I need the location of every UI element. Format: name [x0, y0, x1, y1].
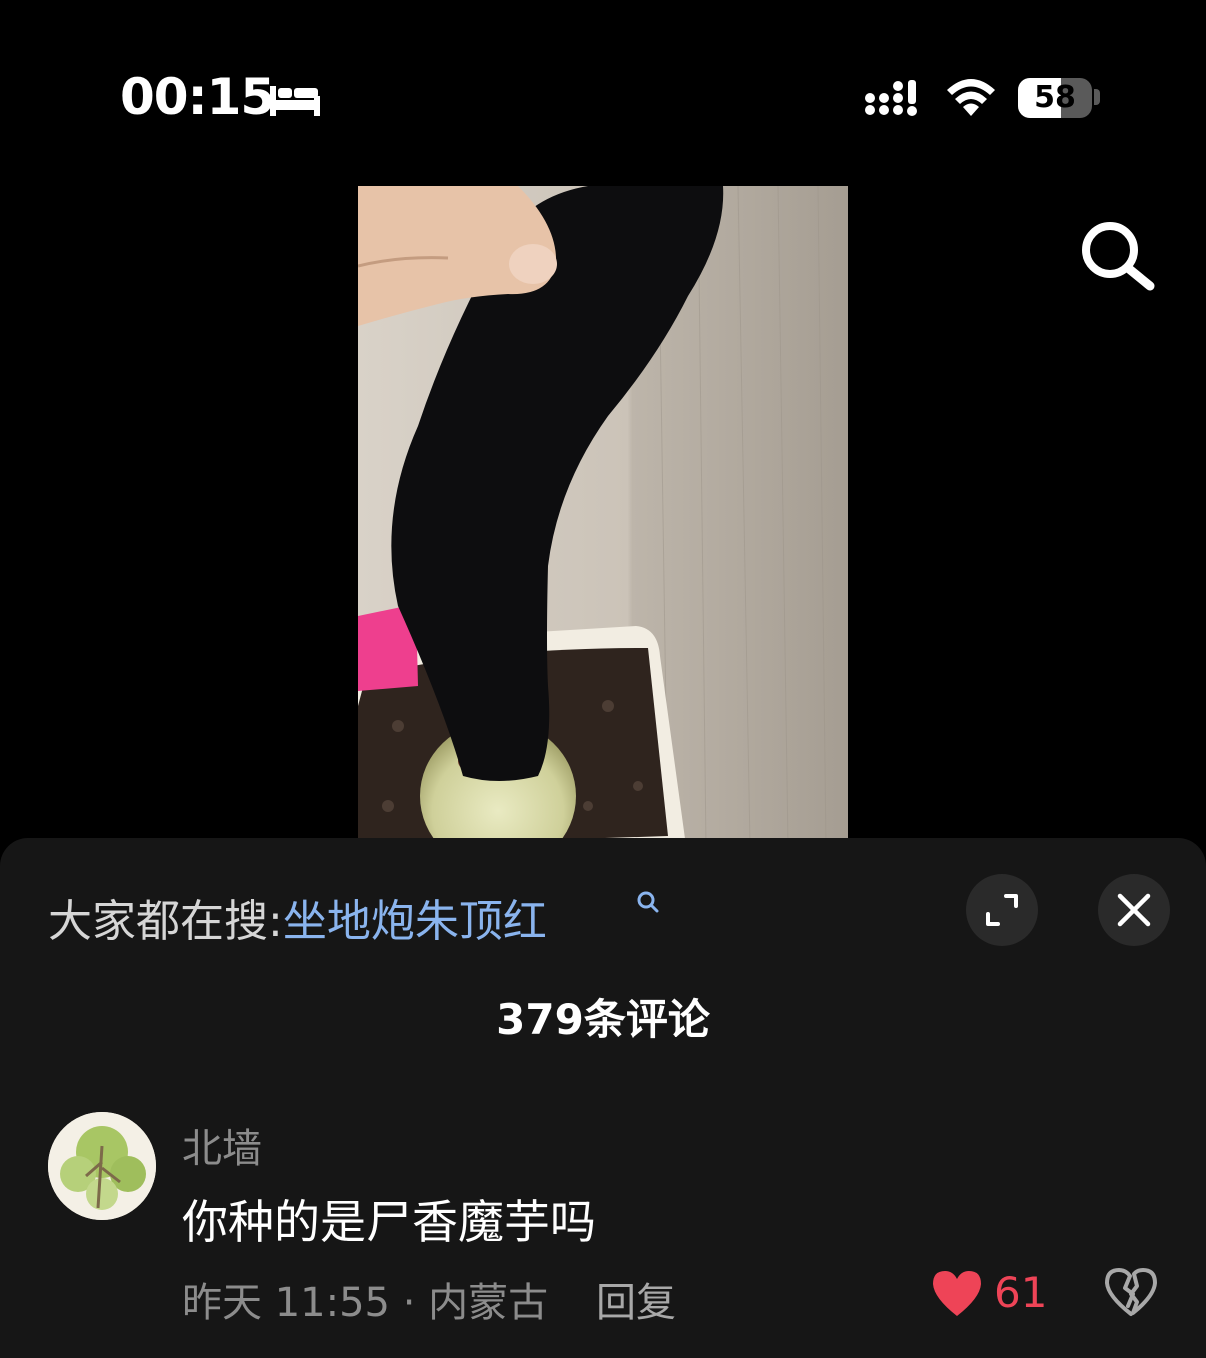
status-bar: 00:15 58 — [0, 0, 1206, 190]
avatar-image — [48, 1112, 156, 1220]
comment-meta: 昨天 11:55 · 内蒙古 — [182, 1280, 549, 1326]
reply-button[interactable]: 回复 — [596, 1270, 676, 1328]
avatar[interactable] — [48, 1112, 156, 1220]
comment-username[interactable]: 北墙 — [182, 1116, 262, 1174]
trending-query-link[interactable]: 坐地炮朱顶红 — [283, 896, 547, 947]
battery-icon: 58 — [1018, 78, 1092, 118]
bed-icon — [270, 86, 320, 116]
trending-search[interactable]: 大家都在搜:坐地炮朱顶红 — [48, 885, 547, 949]
video-player[interactable] — [358, 186, 848, 846]
like-count: 61 — [994, 1268, 1048, 1317]
broken-heart-icon[interactable] — [1104, 1266, 1158, 1318]
close-icon — [1117, 893, 1151, 927]
trending-prefix: 大家都在搜: — [48, 896, 283, 947]
status-time: 00:15 — [120, 68, 275, 126]
video-frame — [358, 186, 848, 846]
comment-count: 379条评论 — [496, 995, 710, 1044]
cellular-signal-icon — [865, 80, 917, 116]
battery-cap — [1094, 89, 1100, 105]
comment-text: 你种的是尸香魔芋吗 — [182, 1195, 596, 1249]
search-hint-icon — [637, 891, 659, 913]
wifi-icon — [947, 79, 995, 116]
expand-icon — [986, 894, 1018, 926]
close-button[interactable] — [1098, 874, 1170, 946]
battery-level: 58 — [1034, 80, 1076, 115]
heart-icon[interactable] — [930, 1268, 984, 1318]
search-icon[interactable] — [1078, 218, 1156, 292]
expand-button[interactable] — [966, 874, 1038, 946]
